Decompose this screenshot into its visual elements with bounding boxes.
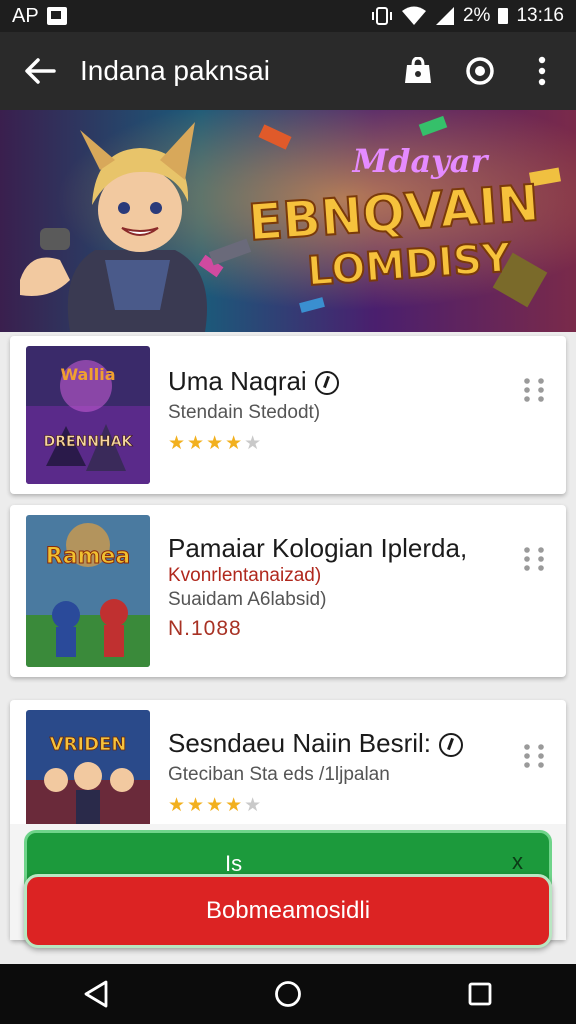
nav-home-button[interactable] (258, 966, 318, 1022)
app-thumbnail: Wallia DRENNHAK (26, 346, 150, 484)
item-more-button[interactable] (516, 738, 552, 774)
thumb-title: Wallia (60, 365, 115, 384)
list-item[interactable]: Wallia DRENNHAK Uma Naqrai Stendain Sted… (10, 336, 566, 494)
wifi-icon (401, 6, 426, 25)
nav-back-icon (84, 980, 108, 1008)
target-button[interactable] (454, 45, 506, 97)
nav-back-button[interactable] (66, 966, 126, 1022)
target-icon (466, 57, 494, 85)
carrier-label: AP (12, 4, 39, 27)
battery-percent: 2% (462, 5, 491, 26)
item-title: Pamaiar Kologian Iplerda, (168, 533, 468, 563)
more-vertical-icon (538, 56, 546, 86)
item-title: Uma Naqrai (168, 366, 339, 397)
battery-icon (498, 8, 509, 24)
banner-artwork: Mdayar EBNQVAIN LOMDISY (0, 110, 576, 332)
overflow-menu-button[interactable] (516, 45, 568, 97)
item-subtitle: Gteciban Sta eds /1ljpalan (168, 764, 390, 785)
nav-home-icon (275, 981, 301, 1007)
store-button[interactable] (392, 45, 444, 97)
more-dots-icon (524, 378, 544, 402)
status-bar: AP 2% 13:16 (0, 0, 576, 32)
page-title: Indana paknsai (80, 55, 270, 86)
rating-stars: ★★★★★ (168, 433, 264, 454)
promo-banner[interactable]: Mdayar EBNQVAIN LOMDISY (0, 110, 576, 332)
thumb-caption: DRENNHAK (44, 434, 134, 450)
list-item[interactable]: Ramea Pamaiar Kologian Iplerda, Kvonrlen… (10, 505, 566, 677)
item-title: Sesndaeu Naiin Besril: (168, 728, 464, 759)
banner-script-title: Mdayar (352, 142, 490, 180)
info-icon[interactable] (439, 733, 464, 758)
system-nav-bar (0, 964, 576, 1024)
info-icon[interactable] (314, 371, 339, 396)
item-subtitle: Suaidam A6labsid) (168, 589, 327, 610)
nav-recents-button[interactable] (450, 966, 510, 1022)
store-bag-icon (405, 57, 431, 83)
thumb-title: Ramea (46, 544, 130, 569)
more-dots-icon (524, 744, 544, 768)
back-button[interactable] (12, 43, 68, 99)
vibrate-icon (371, 7, 392, 25)
item-subtitle: Stendain Stedodt) (168, 402, 321, 423)
app-bar: Indana paknsai (0, 32, 576, 110)
close-icon[interactable]: x (512, 849, 523, 875)
more-dots-icon (524, 547, 544, 571)
notification-icon (46, 7, 67, 25)
clock: 13:16 (516, 5, 564, 26)
item-more-button[interactable] (516, 541, 552, 577)
arrow-back-icon (25, 58, 56, 84)
item-more-button[interactable] (516, 372, 552, 408)
item-price: N.1088 (168, 617, 242, 640)
red-action-button[interactable]: Bobmeamosidli (24, 874, 552, 948)
rating-stars: ★★★★★ (168, 795, 264, 816)
app-thumbnail: VRIDEN (26, 710, 150, 830)
app-thumbnail: Ramea (26, 515, 150, 667)
signal-icon (435, 7, 454, 25)
nav-recents-icon (468, 982, 492, 1006)
thumb-title: VRIDEN (50, 734, 127, 755)
item-subtitle-highlight: Kvonrlentanaizad) (168, 565, 322, 586)
